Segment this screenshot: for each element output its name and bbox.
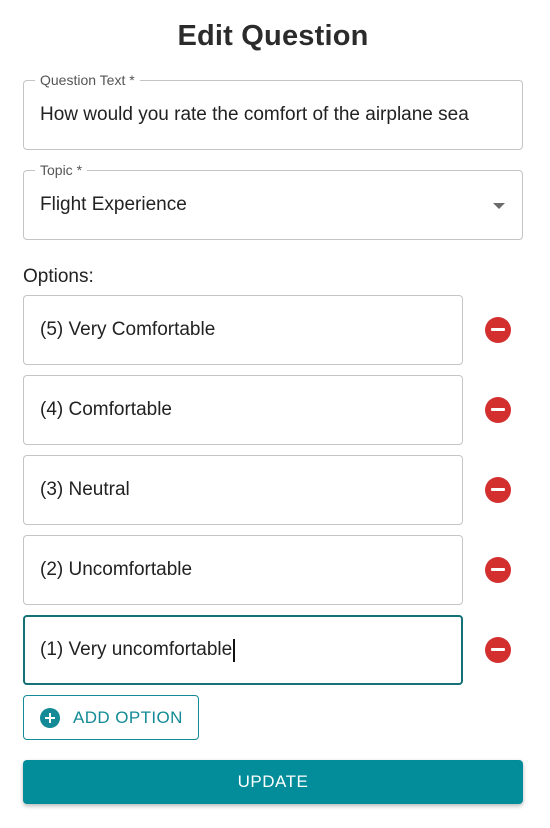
dropdown-arrow-icon[interactable] [493, 203, 505, 209]
option-field[interactable]: (5) Very Comfortable [23, 295, 463, 365]
option-input[interactable]: (2) Uncomfortable [40, 536, 446, 604]
option-row: (2) Uncomfortable [23, 535, 523, 605]
update-button[interactable]: UPDATE [23, 760, 523, 804]
remove-option-icon[interactable] [485, 397, 511, 423]
option-input[interactable]: (4) Comfortable [40, 376, 446, 444]
update-label: UPDATE [237, 772, 309, 791]
options-label: Options: [23, 266, 94, 287]
topic-select[interactable]: Topic * Flight Experience [23, 161, 523, 240]
remove-option-icon[interactable] [485, 317, 511, 343]
remove-option-icon[interactable] [485, 557, 511, 583]
option-input[interactable]: (3) Neutral [40, 456, 446, 524]
option-row: (3) Neutral [23, 455, 523, 525]
remove-option-icon[interactable] [485, 637, 511, 663]
option-row: (1) Very uncomfortable [23, 615, 523, 685]
question-text-input[interactable]: How would you rate the comfort of the ai… [40, 81, 506, 149]
text-caret [233, 638, 236, 662]
option-field[interactable]: (2) Uncomfortable [23, 535, 463, 605]
add-option-label: ADD OPTION [73, 707, 183, 727]
option-input[interactable]: (5) Very Comfortable [40, 296, 446, 364]
option-input[interactable]: (1) Very uncomfortable [40, 617, 445, 683]
option-row: (4) Comfortable [23, 375, 523, 445]
topic-selected-value[interactable]: Flight Experience [40, 171, 506, 239]
option-field[interactable]: (4) Comfortable [23, 375, 463, 445]
page-title: Edit Question [177, 20, 369, 52]
remove-option-icon[interactable] [485, 477, 511, 503]
question-text-field[interactable]: Question Text * How would you rate the c… [23, 71, 523, 150]
add-option-button[interactable]: ADD OPTION [23, 695, 199, 740]
option-field-focused[interactable]: (1) Very uncomfortable [23, 615, 463, 685]
option-row: (5) Very Comfortable [23, 295, 523, 365]
plus-circle-icon [40, 707, 60, 728]
option-field[interactable]: (3) Neutral [23, 455, 463, 525]
option-input-text: (1) Very uncomfortable [40, 639, 233, 660]
